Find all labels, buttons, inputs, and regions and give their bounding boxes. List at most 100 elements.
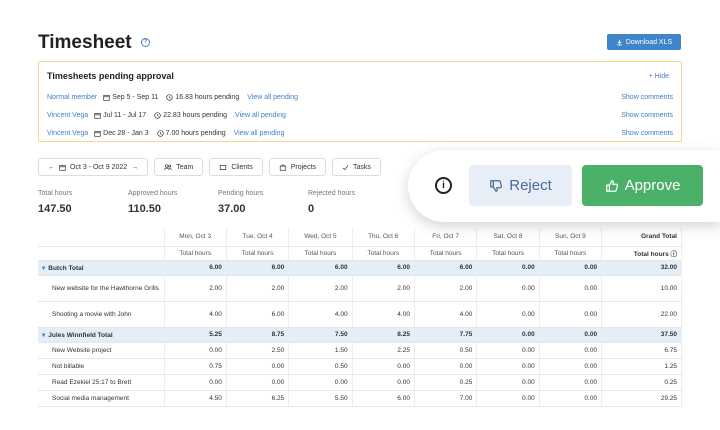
rejected-hours-stat: Rejected hours 0 [308, 190, 398, 215]
hours-cell: 0.00 [476, 327, 540, 343]
stat-label: Total hours [38, 190, 73, 197]
hours-cell: 0.00 [539, 327, 603, 343]
download-icon [616, 39, 622, 45]
view-all-pending-link[interactable]: View all pending [235, 112, 286, 119]
show-comments-link[interactable]: Show comments [621, 94, 673, 101]
day-column-header: Wed, Oct 5 [288, 228, 353, 247]
projects-filter-label: Projects [290, 163, 317, 171]
clients-filter-label: Clients [231, 163, 253, 171]
hours-cell: 4.00 [164, 301, 227, 328]
total-hours-subheader: Total hours [226, 246, 290, 261]
date-range-picker[interactable]: ← Oct 3 - Oct 9 2022 → [38, 158, 149, 176]
table-row: Shooting a movie with John 4.00 6.00 4.00 4.… [38, 301, 682, 328]
tasks-filter-label: Tasks [353, 163, 371, 171]
calendar-icon [94, 112, 101, 119]
approve-button[interactable]: Approve [582, 165, 703, 206]
clients-filter-button[interactable]: Clients [209, 158, 263, 176]
hours-cell: 2.00 [164, 275, 227, 302]
row-label: Social media management [52, 394, 129, 402]
hours-cell: 0.00 [226, 358, 290, 375]
hours-cell: 6.00 [164, 260, 227, 276]
pending-member-link[interactable]: Vincent Vega [47, 130, 88, 137]
row-total-cell: 6.75 [601, 342, 682, 359]
view-all-pending-link[interactable]: View all pending [247, 94, 298, 101]
info-icon[interactable]: i [435, 177, 452, 194]
show-comments-link[interactable]: Show comments [621, 130, 673, 137]
timesheet-table: Mon, Oct 3 Tue, Oct 4 Wed, Oct 5 Thu, Oct 6… [38, 228, 682, 407]
hours-cell: 0.50 [414, 342, 478, 359]
hours-cell: 0.00 [539, 390, 603, 407]
approved-hours-stat: Approved hours 110.50 [128, 190, 218, 215]
hours-cell: 5.50 [288, 390, 353, 407]
calendar-icon [103, 94, 110, 101]
team-filter-button[interactable]: Team [154, 158, 204, 176]
row-total-cell: 32.00 [601, 260, 682, 276]
hours-cell: 6.00 [288, 260, 353, 276]
group-total-row[interactable]: ▾ Butch Total 6.00 6.00 6.00 6.00 6.00 0.00 0.00… [38, 260, 682, 276]
hours-cell: 2.50 [226, 342, 290, 359]
total-hours-stat: Total hours 147.50 [38, 190, 128, 215]
download-xls-button[interactable]: Download XLS [607, 34, 681, 50]
row-label: Read Ezekiel 25:17 to Brett [52, 378, 132, 386]
group-total-row[interactable]: ▾ Jules Winnfield Total 5.25 8.75 7.50 8.25 7.… [38, 327, 682, 343]
hours-cell: 0.00 [539, 342, 603, 359]
total-hours-subheader: Total hours [164, 246, 227, 261]
day-column-header: Sun, Oct 9 [539, 228, 603, 247]
clock-icon [166, 93, 174, 101]
row-total-cell: 37.50 [601, 327, 682, 343]
hours-cell: 2.00 [288, 275, 353, 302]
hours-cell: 0.25 [414, 374, 478, 391]
total-hours-subheader: Total hours [414, 246, 478, 261]
arrow-left-icon[interactable]: ← [48, 164, 55, 171]
table-header-row: Mon, Oct 3 Tue, Oct 4 Wed, Oct 5 Thu, Oct 6… [38, 228, 682, 247]
arrow-right-icon[interactable]: → [131, 164, 138, 171]
row-total-cell: 29.25 [601, 390, 682, 407]
thumbs-down-icon [490, 179, 503, 192]
hours-cell: 6.00 [226, 301, 290, 328]
pending-dates: Jul 11 - Jul 17 [103, 111, 147, 119]
tasks-filter-button[interactable]: Tasks [332, 158, 381, 176]
stat-label: Pending hours [218, 190, 264, 197]
hours-cell: 0.00 [288, 374, 353, 391]
hours-cell: 0.00 [414, 358, 478, 375]
hours-cell: 0.75 [164, 358, 227, 375]
hours-cell: 8.25 [352, 327, 415, 343]
total-hours-subheader: Total hours [352, 246, 415, 261]
hours-cell: 0.50 [288, 358, 353, 375]
table-row: Read Ezekiel 25:17 to Brett 0.00 0.00 0.00 0… [38, 374, 682, 391]
page-title: Timesheet ? [38, 32, 150, 54]
pending-dates: Dec 28 - Jan 3 [103, 129, 149, 137]
table-row: New website for the Hawthorne Grills 2.00… [38, 275, 682, 302]
view-all-pending-link[interactable]: View all pending [234, 130, 285, 137]
pending-dates: Sep 5 - Sep 11 [112, 93, 159, 101]
pending-member-link[interactable]: Normal member [47, 94, 97, 101]
row-total-cell: 10.00 [601, 275, 682, 302]
hours-cell: 2.00 [352, 275, 415, 302]
table-row: Social media management 4.50 6.25 5.50 6.00 7… [38, 390, 682, 407]
help-icon[interactable]: ? [140, 38, 150, 48]
hours-cell: 0.00 [164, 342, 227, 359]
collapse-caret-icon[interactable]: ▾ [42, 332, 45, 339]
stat-label: Rejected hours [308, 190, 356, 197]
collapse-caret-icon[interactable]: ▾ [42, 265, 45, 272]
hours-cell: 6.00 [352, 260, 415, 276]
page-title-text: Timesheet [38, 32, 132, 53]
team-icon [164, 164, 172, 170]
projects-filter-button[interactable]: Projects [268, 158, 327, 176]
stat-value: 110.50 [128, 203, 162, 215]
pending-hours: 22.83 hours pending [163, 111, 228, 119]
reject-button[interactable]: Reject [469, 165, 572, 206]
total-hours-subheader: Total hours [288, 246, 353, 261]
stat-value: 37.00 [218, 203, 246, 215]
hours-cell: 6.00 [226, 260, 290, 276]
row-total-cell: 1.25 [601, 358, 682, 375]
hours-cell: 5.25 [164, 327, 227, 343]
hours-cell: 2.25 [352, 342, 415, 359]
hide-pending-link[interactable]: + Hide [649, 73, 669, 80]
hours-cell: 0.00 [476, 374, 540, 391]
pending-member-link[interactable]: Vincent Vega [47, 112, 88, 119]
show-comments-link[interactable]: Show comments [621, 112, 673, 119]
hours-cell: 2.00 [414, 275, 478, 302]
hours-summary: Total hours 147.50 Approved hours 110.50… [38, 190, 398, 215]
pending-hours-stat: Pending hours 37.00 [218, 190, 308, 215]
